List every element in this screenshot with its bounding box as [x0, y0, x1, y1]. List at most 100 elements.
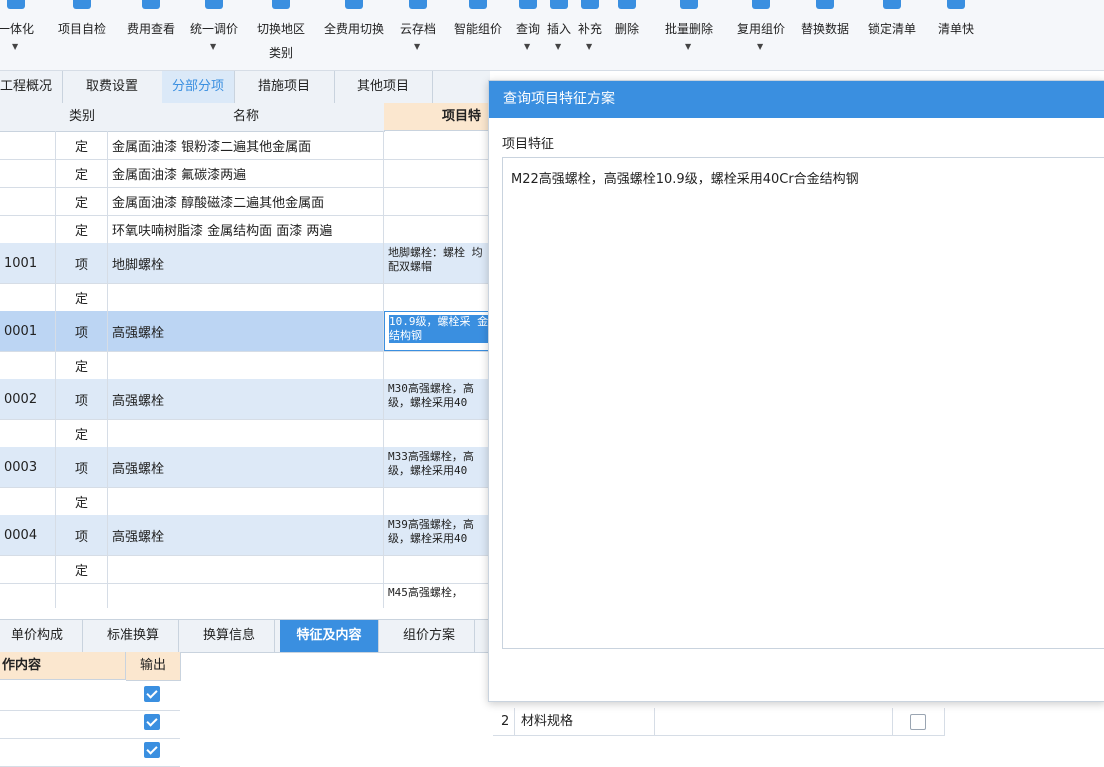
table-row[interactable]: 0004 项高强螺栓 M39高强螺栓，高 级，螺栓采用40 — [0, 515, 490, 556]
chevron-down-icon[interactable]: ▼ — [555, 42, 561, 51]
feature-value-cell[interactable] — [655, 708, 893, 736]
tab-2[interactable]: 分部分项 — [162, 71, 235, 103]
toolbar-button-6[interactable]: 云存档 ▼ — [392, 0, 444, 70]
table-row[interactable]: 定 — [0, 351, 490, 380]
table-row[interactable]: 定金属面油漆 银粉漆二遍其他金属面 — [0, 131, 490, 160]
toolbar-button-label: 清单快 — [937, 22, 974, 36]
chevron-down-icon[interactable]: ▼ — [757, 42, 763, 51]
cell-name — [108, 351, 384, 379]
chevron-down-icon[interactable]: ▼ — [524, 42, 530, 51]
list-item[interactable] — [0, 710, 180, 739]
tab-4[interactable]: 其他项目 — [334, 71, 433, 103]
table-row[interactable]: 定金属面油漆 醇酸磁漆二遍其他金属面 — [0, 187, 490, 216]
cell-type: 项 — [56, 515, 108, 555]
cell-feature[interactable] — [384, 555, 490, 583]
toolbar-button-label: 删除 — [614, 22, 639, 36]
row-index: 2 — [493, 708, 515, 736]
toolbar-icon — [469, 0, 487, 9]
cell-feature[interactable]: M39高强螺栓，高 级，螺栓采用40 — [384, 515, 490, 555]
feature-name-cell: 材料规格 — [515, 708, 655, 736]
table-row[interactable]: 0003 项高强螺栓 M33高强螺栓，高 级，螺栓采用40 — [0, 447, 490, 488]
toolbar-button-4[interactable]: 切换地区 类别 — [246, 0, 316, 70]
ribbon-toolbar: 一体化 ▼ 项目自检 费用查看 统一调价 ▼ 切换地区 类别 全费用切换 云存档 ▼ 智能组价 查询 ▼ 插… — [0, 0, 1104, 71]
toolbar-icon — [205, 0, 223, 9]
cell-feature[interactable] — [384, 187, 490, 215]
output-checkbox[interactable] — [144, 714, 160, 730]
cell-feature[interactable]: 10.9级，螺栓采 金结构钢 — [384, 311, 490, 351]
cell-feature[interactable]: M33高强螺栓，高 级，螺栓采用40 — [384, 447, 490, 487]
output-checkbox[interactable] — [144, 686, 160, 702]
toolbar-icon — [550, 0, 568, 9]
cell-name: 金属面油漆 氟碳漆两遍 — [108, 159, 384, 187]
table-row[interactable]: M45高强螺栓， — [0, 583, 490, 608]
detail-tab-3[interactable]: 特征及内容 — [280, 620, 379, 652]
detail-tab-1[interactable]: 标准换算 — [88, 620, 179, 652]
cell-feature[interactable]: 地脚螺栓：螺栓 均配双螺帽 — [384, 243, 490, 283]
tab-0[interactable]: 工程概况 — [0, 71, 63, 103]
feature-table: 2 材料规格 — [493, 700, 1104, 764]
table-row[interactable]: 1001 项地脚螺栓 地脚螺栓：螺栓 均配双螺帽 — [0, 243, 490, 284]
cell-feature[interactable] — [384, 159, 490, 187]
chevron-down-icon[interactable]: ▼ — [586, 42, 592, 51]
cell-feature[interactable]: M30高强螺栓，高 级，螺栓采用40 — [384, 379, 490, 419]
output-checkbox[interactable] — [910, 714, 926, 730]
chevron-down-icon[interactable]: ▼ — [210, 42, 216, 51]
cell-feature[interactable] — [384, 487, 490, 515]
table-row[interactable]: 定 — [0, 419, 490, 448]
cell-code — [0, 131, 56, 159]
toolbar-button-label: 统一调价 — [189, 22, 238, 36]
toolbar-button-1[interactable]: 项目自检 — [44, 0, 120, 70]
detail-tab-4[interactable]: 组价方案 — [384, 620, 475, 652]
table-row[interactable]: 定环氧呋喃树脂漆 金属结构面 面漆 两遍 — [0, 215, 490, 244]
toolbar-button-15[interactable]: 锁定清单 — [858, 0, 926, 70]
toolbar-button-7[interactable]: 智能组价 — [444, 0, 512, 70]
cell-feature[interactable] — [384, 215, 490, 243]
chevron-down-icon[interactable]: ▼ — [685, 42, 691, 51]
cell-feature[interactable]: M45高强螺栓， — [384, 583, 490, 608]
detail-tab-0[interactable]: 单价构成 — [0, 620, 83, 652]
feature-text-area[interactable]: M22高强螺栓，高强螺栓10.9级，螺栓采用40Cr合金结构钢 — [502, 157, 1104, 649]
toolbar-button-2[interactable]: 费用查看 — [120, 0, 182, 70]
list-item[interactable] — [0, 738, 180, 767]
cell-feature[interactable] — [384, 283, 490, 311]
toolbar-button-9[interactable]: 插入 ▼ — [544, 0, 574, 70]
toolbar-icon — [581, 0, 599, 9]
toolbar-button-3[interactable]: 统一调价 ▼ — [182, 0, 246, 70]
toolbar-button-13[interactable]: 复用组价 ▼ — [730, 0, 792, 70]
cell-feature[interactable] — [384, 131, 490, 159]
table-row[interactable]: 0002 项高强螺栓 M30高强螺栓，高 级，螺栓采用40 — [0, 379, 490, 420]
table-row[interactable]: 0001 项高强螺栓 10.9级，螺栓采 金结构钢 — [0, 311, 490, 352]
cell-type: 定 — [56, 159, 108, 187]
toolbar-icon — [680, 0, 698, 9]
toolbar-button-11[interactable]: 删除 — [606, 0, 648, 70]
toolbar-button-14[interactable]: 替换数据 — [792, 0, 858, 70]
header-name: 名称 — [108, 103, 385, 132]
list-item[interactable] — [0, 682, 180, 711]
cell-name: 金属面油漆 银粉漆二遍其他金属面 — [108, 131, 384, 159]
toolbar-icon — [345, 0, 363, 9]
table-row[interactable]: 定金属面油漆 氟碳漆两遍 — [0, 159, 490, 188]
output-checkbox[interactable] — [144, 742, 160, 758]
toolbar-button-10[interactable]: 补充 ▼ — [574, 0, 606, 70]
toolbar-button-5[interactable]: 全费用切换 — [316, 0, 392, 70]
header-feature: 项目特 — [384, 103, 490, 131]
cell-type: 定 — [56, 419, 108, 447]
cell-feature[interactable] — [384, 419, 490, 447]
cell-name: 高强螺栓 — [108, 311, 384, 351]
feature-text: M22高强螺栓，高强螺栓10.9级，螺栓采用40Cr合金结构钢 — [511, 172, 859, 187]
tab-1[interactable]: 取费设置 — [62, 71, 163, 103]
detail-tab-2[interactable]: 换算信息 — [184, 620, 275, 652]
table-row[interactable]: 定 — [0, 487, 490, 516]
cell-feature[interactable] — [384, 351, 490, 379]
tab-3[interactable]: 措施项目 — [234, 71, 335, 103]
chevron-down-icon[interactable]: ▼ — [12, 42, 18, 51]
cell-type: 项 — [56, 379, 108, 419]
table-row[interactable]: 定 — [0, 283, 490, 312]
toolbar-button-8[interactable]: 查询 ▼ — [512, 0, 544, 70]
table-row[interactable]: 定 — [0, 555, 490, 584]
toolbar-button-16[interactable]: 清单快 — [926, 0, 986, 70]
dialog-field-label: 项目特征 — [502, 137, 555, 152]
chevron-down-icon[interactable]: ▼ — [414, 42, 420, 51]
toolbar-button-12[interactable]: 批量删除 ▼ — [648, 0, 730, 70]
toolbar-button-0[interactable]: 一体化 ▼ — [0, 0, 44, 70]
